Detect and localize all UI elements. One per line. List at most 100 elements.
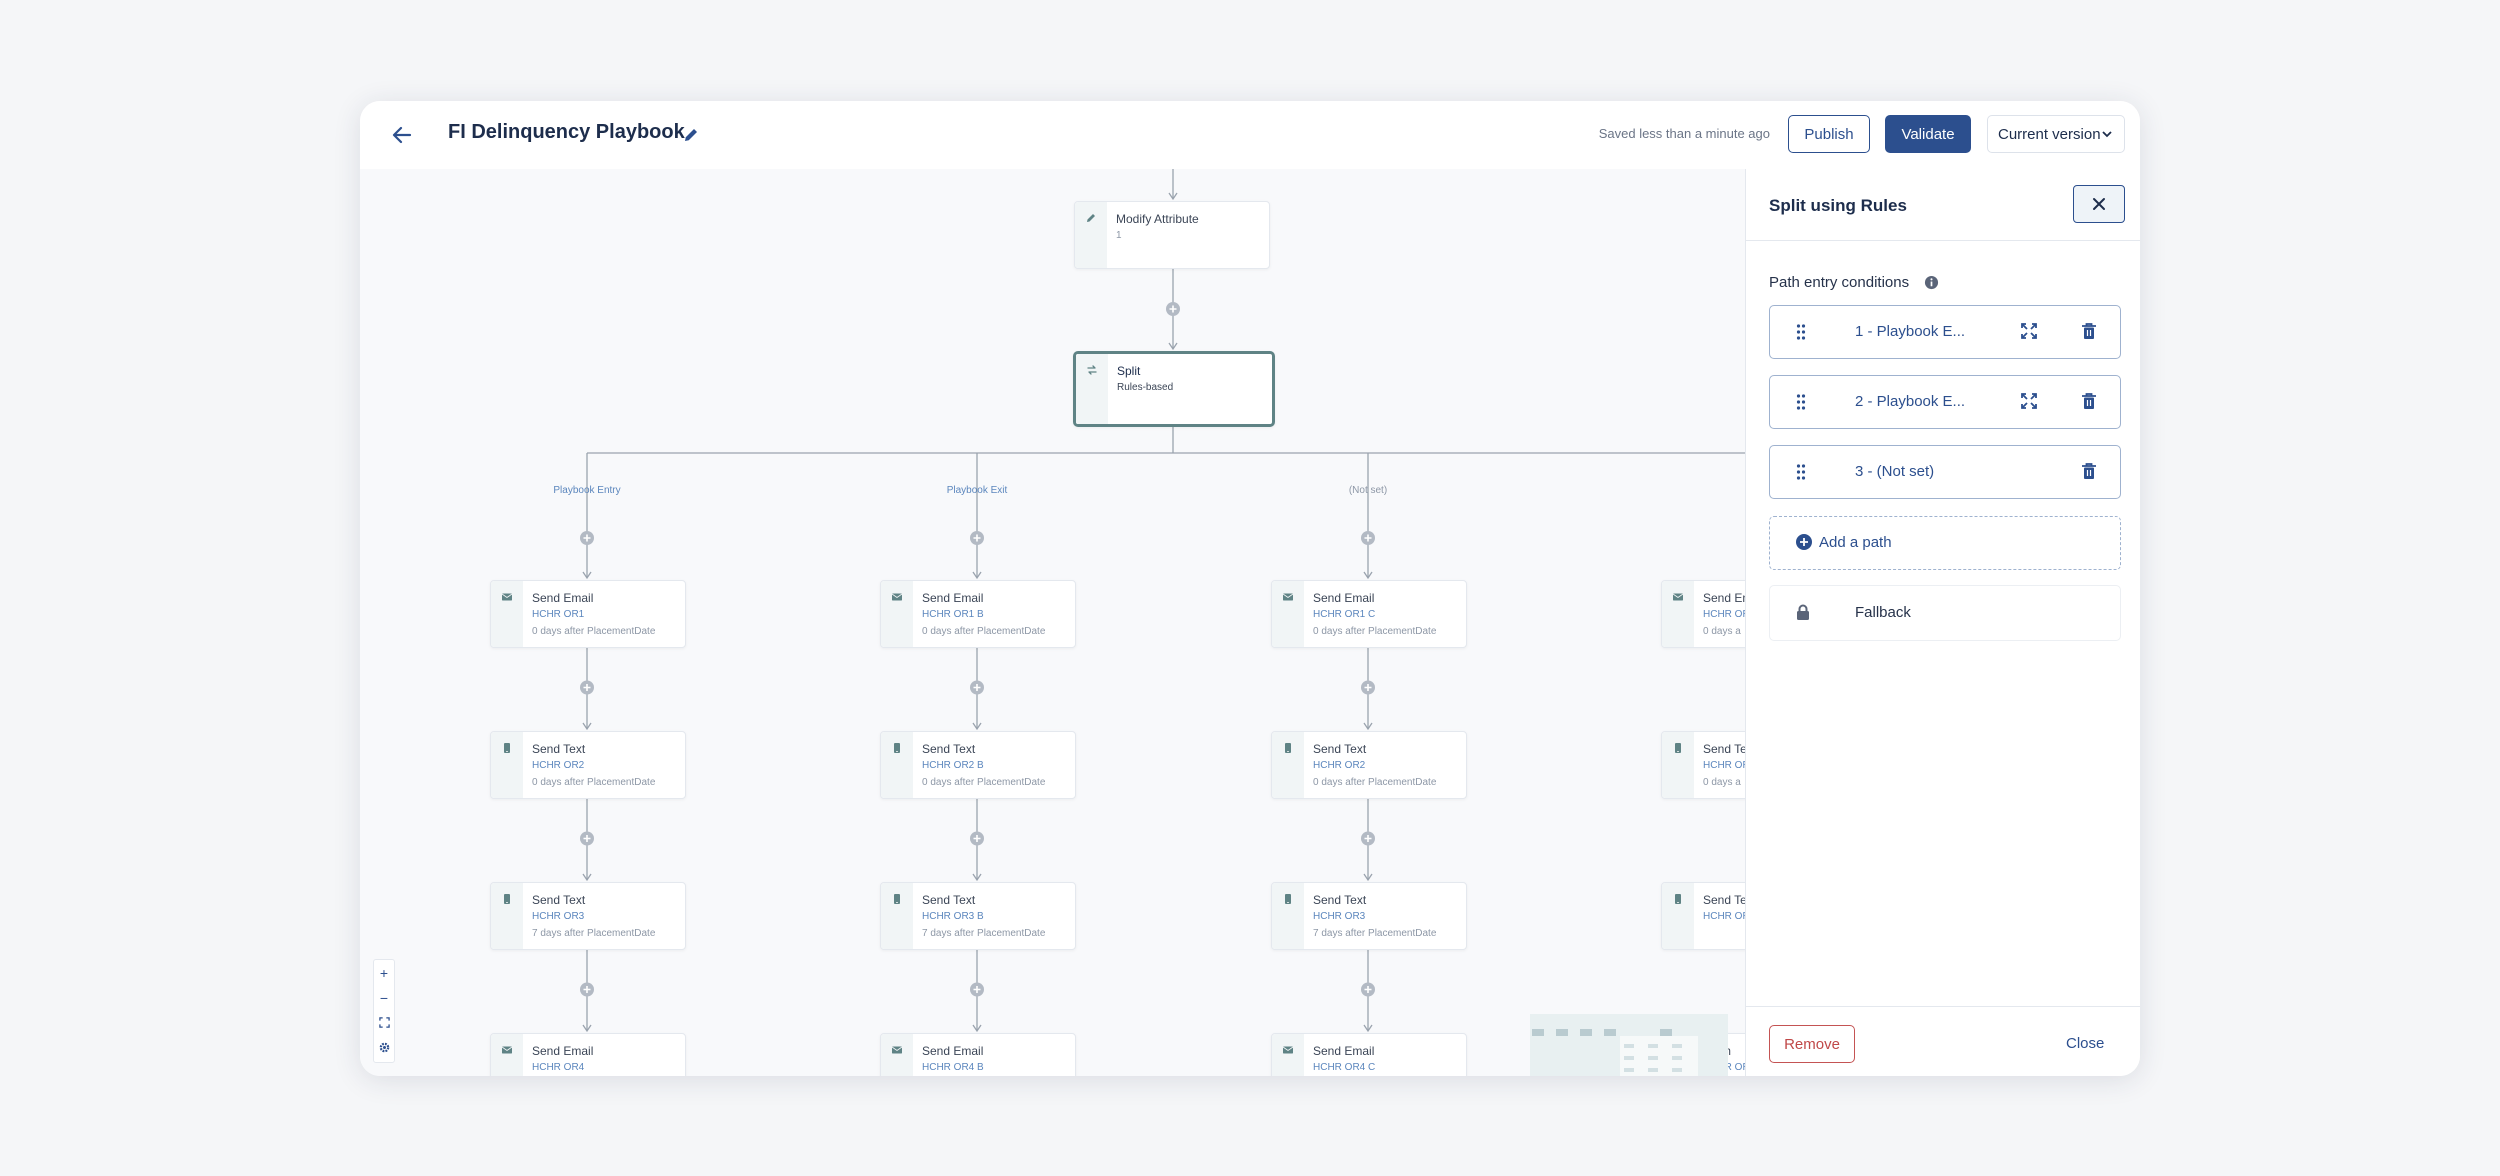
node-title: Send Email <box>922 591 984 605</box>
expand-icon[interactable] <box>2020 392 2038 410</box>
node-subtitle: HCHR OR <box>1703 609 1745 620</box>
node-title: Send Text <box>922 742 976 756</box>
back-arrow-icon[interactable] <box>390 123 414 147</box>
path-condition-item[interactable]: 3 - (Not set) <box>1769 445 2121 499</box>
node-schedule: 0 days after PlacementDate <box>922 777 1046 788</box>
path-label: 3 - (Not set) <box>1855 463 1935 480</box>
node-subtitle: Rules-based <box>1117 382 1174 393</box>
envelope-icon <box>891 593 903 601</box>
send-email-node[interactable]: Send Email HCHR OR4 B <box>880 1033 1076 1076</box>
send-text-node[interactable]: Send Te HCHR OR 0 days a <box>1661 731 1745 799</box>
node-title: Send Text <box>1313 742 1367 756</box>
modify-attribute-node[interactable]: Modify Attribute 1 <box>1074 201 1270 269</box>
version-dropdown[interactable]: Current version <box>1987 115 2125 153</box>
drag-handle-icon[interactable] <box>1796 323 1806 341</box>
close-button[interactable]: Close <box>2066 1035 2104 1052</box>
send-text-node[interactable]: Send Te HCHR OR <box>1661 882 1745 950</box>
fit-view-button[interactable] <box>374 1010 394 1035</box>
path-condition-item[interactable]: 2 - Playbook E... <box>1769 375 2121 429</box>
node-schedule: 7 days after PlacementDate <box>1313 928 1437 939</box>
node-schedule: 0 days after PlacementDate <box>1313 777 1437 788</box>
remove-button[interactable]: Remove <box>1769 1025 1855 1063</box>
add-step-button[interactable] <box>970 531 984 545</box>
node-schedule: 7 days after PlacementDate <box>922 928 1046 939</box>
lock-icon <box>1797 604 1809 620</box>
send-text-node[interactable]: Send Text HCHR OR2 0 days after PlacementD… <box>1271 731 1467 799</box>
add-step-button[interactable] <box>580 531 594 545</box>
split-node[interactable]: Split Rules-based <box>1073 351 1275 427</box>
phone-icon <box>1285 894 1291 904</box>
expand-icon[interactable] <box>2020 322 2038 340</box>
add-step-button[interactable] <box>970 831 984 846</box>
chevron-down-icon <box>2102 131 2112 138</box>
node-subtitle: HCHR OR3 <box>532 911 585 922</box>
zoom-in-button[interactable]: + <box>374 960 394 985</box>
trash-icon[interactable] <box>2081 392 2097 410</box>
send-text-node[interactable]: Send Text HCHR OR3 7 days after PlacementD… <box>490 882 686 950</box>
drag-handle-icon[interactable] <box>1796 463 1806 481</box>
send-email-node[interactable]: Send Em HCHR OR 0 days a <box>1661 580 1745 648</box>
add-path-button[interactable]: Add a path <box>1769 516 2121 570</box>
panel-close-button[interactable] <box>2073 185 2125 223</box>
node-title: Send Email <box>532 591 594 605</box>
node-subtitle: HCHR OR1 <box>532 609 585 620</box>
node-title: Modify Attribute <box>1116 212 1199 226</box>
add-step-button[interactable] <box>1361 982 1375 997</box>
drag-handle-icon[interactable] <box>1796 393 1806 411</box>
add-step-button[interactable] <box>1361 831 1375 846</box>
send-text-node[interactable]: Send Text HCHR OR2 B 0 days after Placemen… <box>880 731 1076 799</box>
pencil-icon[interactable] <box>682 126 700 144</box>
add-step-button[interactable] <box>580 831 594 846</box>
add-step-button[interactable] <box>580 680 594 695</box>
node-subtitle: HCHR OR1 B <box>922 609 984 620</box>
version-label: Current version <box>1998 125 2101 143</box>
add-step-button[interactable] <box>1361 531 1375 545</box>
pencil-icon <box>1087 214 1095 222</box>
publish-button[interactable]: Publish <box>1788 115 1870 153</box>
trash-icon[interactable] <box>2081 462 2097 480</box>
phone-icon <box>894 894 900 904</box>
envelope-icon <box>1282 1046 1294 1054</box>
send-email-node[interactable]: Send Email HCHR OR1 0 days after Placement… <box>490 580 686 648</box>
send-email-node[interactable]: Send Email HCHR OR4 C <box>1271 1033 1467 1076</box>
node-subtitle: HCHR OR1 C <box>1313 609 1376 620</box>
send-email-node[interactable]: Send Email HCHR OR1 B 0 days after Placeme… <box>880 580 1076 648</box>
node-schedule: 0 days after PlacementDate <box>532 626 656 637</box>
flow-canvas[interactable]: Modify Attribute 1 Split Rules-based Pla… <box>360 169 1745 1076</box>
node-schedule: 0 days a <box>1703 626 1741 637</box>
add-step-button[interactable] <box>1361 680 1375 695</box>
node-subtitle: HCHR OR4 C <box>1313 1062 1376 1073</box>
branch-label: Playbook Entry <box>553 485 621 496</box>
add-step-button[interactable] <box>580 982 594 997</box>
add-step-button[interactable] <box>1166 302 1180 316</box>
node-subtitle: 1 <box>1116 230 1122 241</box>
send-email-node[interactable]: Send Email HCHR OR4 <box>490 1033 686 1076</box>
info-icon[interactable] <box>1924 275 1939 290</box>
panel-footer-divider <box>1746 1006 2140 1007</box>
zoom-out-button[interactable]: − <box>374 985 394 1010</box>
send-email-node[interactable]: Send Email HCHR OR1 C 0 days after Placeme… <box>1271 580 1467 648</box>
minimap[interactable] <box>1530 1014 1728 1076</box>
envelope-icon <box>1282 593 1294 601</box>
panel-divider <box>1746 240 2140 241</box>
node-subtitle: HCHR OR4 <box>532 1062 585 1073</box>
path-label: 2 - Playbook E... <box>1855 393 1966 410</box>
app-window: FI Delinquency Playbook Saved less than … <box>360 101 2140 1076</box>
validate-button[interactable]: Validate <box>1885 115 1971 153</box>
send-text-node[interactable]: Send Text HCHR OR2 0 days after PlacementD… <box>490 731 686 799</box>
send-text-node[interactable]: Send Text HCHR OR3 B 7 days after Placemen… <box>880 882 1076 950</box>
node-title: Send Te <box>1703 893 1745 907</box>
node-schedule: 0 days after PlacementDate <box>1313 626 1437 637</box>
node-schedule: 7 days after PlacementDate <box>532 928 656 939</box>
envelope-icon <box>501 1046 513 1054</box>
trash-icon[interactable] <box>2081 322 2097 340</box>
settings-button[interactable] <box>374 1035 394 1060</box>
add-step-button[interactable] <box>970 982 984 997</box>
fallback-label: Fallback <box>1855 604 1911 621</box>
add-step-button[interactable] <box>970 680 984 695</box>
path-condition-item[interactable]: 1 - Playbook E... <box>1769 305 2121 359</box>
send-text-node[interactable]: Send Text HCHR OR3 7 days after PlacementD… <box>1271 882 1467 950</box>
header: FI Delinquency Playbook Saved less than … <box>360 101 2140 169</box>
node-title: Send Email <box>922 1044 984 1058</box>
phone-icon <box>894 743 900 753</box>
